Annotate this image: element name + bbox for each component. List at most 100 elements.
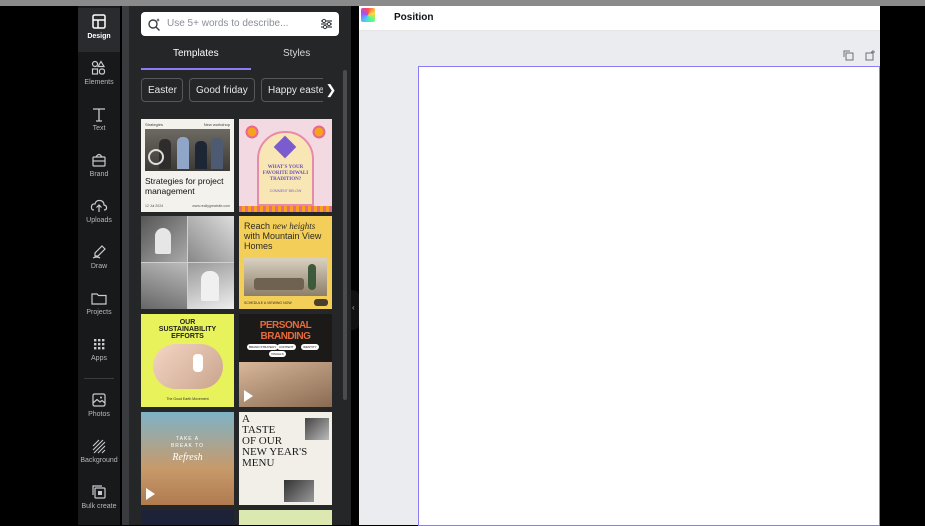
title-part: Reach: [244, 221, 273, 231]
tab-templates[interactable]: Templates: [173, 48, 219, 59]
background-icon: [92, 439, 106, 454]
template-thumb-project-management[interactable]: Strategies New workshop Strategies for p…: [141, 119, 234, 212]
thumb-pill: CONTENT: [277, 344, 296, 350]
rail-label-design: Design: [87, 33, 111, 40]
letterbox-left: [0, 6, 78, 525]
thumb-header-left: Strategies: [145, 122, 164, 127]
thumb-header-right: New workshop: [203, 122, 230, 127]
template-thumb-sustainability[interactable]: OUR SUSTAINABILITY EFFORTS The Good Eart…: [141, 314, 234, 407]
apps-icon: [94, 339, 105, 350]
thumb-pill: BRAND STRATEGY: [247, 344, 279, 350]
rail-label-background: Background: [80, 457, 118, 464]
thumb-footer-left: 12 Jul 2024: [145, 204, 164, 208]
template-thumb-personal-branding[interactable]: PERSONAL BRANDING BRAND STRATEGY CONTENT…: [239, 314, 332, 407]
letterbox-right: [880, 6, 925, 525]
thumb-subtitle: COMMENT BELOW: [269, 189, 302, 193]
thumb-line: BREAK TO: [170, 443, 205, 449]
color-picker-icon[interactable]: [361, 8, 375, 22]
thumb-line: TAKE A: [175, 436, 200, 442]
add-page-icon[interactable]: [865, 50, 876, 61]
thumb-food-photo: [305, 418, 329, 440]
chevron-right-icon[interactable]: ❯: [323, 78, 339, 102]
border-pattern: [239, 206, 332, 212]
template-thumb-collage[interactable]: [141, 216, 234, 309]
rail-scrollbar[interactable]: [122, 6, 129, 525]
mandala-decoration: [242, 122, 262, 142]
filter-icon[interactable]: [320, 18, 333, 30]
rail-item-uploads[interactable]: Uploads: [78, 192, 120, 236]
rail-label-draw: Draw: [90, 263, 108, 270]
uploads-icon: [90, 199, 108, 212]
play-icon: [146, 488, 155, 500]
thumb-title: Strategies for project management: [145, 176, 224, 196]
search-box[interactable]: Use 5+ words to describe...: [141, 12, 339, 36]
template-thumb-partial[interactable]: [141, 510, 234, 525]
thumb-title: A TASTE OF OUR NEW YEAR'S MENU: [242, 414, 312, 469]
thumb-footer-right: www.reallygreatsite.com: [192, 204, 230, 208]
rail-label-bulk-create: Bulk create: [81, 503, 117, 510]
position-button[interactable]: Position: [394, 12, 433, 23]
rail-item-background[interactable]: Background: [78, 432, 120, 476]
rail-item-text[interactable]: Text: [78, 100, 120, 144]
rail-label-apps: Apps: [91, 355, 107, 362]
thumb-pill: IDENTITY: [301, 344, 319, 350]
rail-item-bulk-create[interactable]: Bulk create: [78, 478, 120, 522]
rail-item-elements[interactable]: Elements: [78, 54, 120, 98]
template-thumb-partial[interactable]: [239, 510, 332, 525]
panel-scrollbar[interactable]: [343, 70, 347, 400]
chevron-left-icon: ‹: [352, 303, 355, 312]
thumb-food-photo: [284, 480, 314, 502]
editor-toolbar: Position: [359, 6, 880, 31]
template-thumb-refresh[interactable]: TAKE A BREAK TO Refresh: [141, 412, 234, 505]
rail-item-photos[interactable]: Photos: [78, 386, 120, 430]
search-input[interactable]: Use 5+ words to describe...: [167, 18, 288, 29]
side-rail: Design Elements Text Brand Uploads Draw …: [78, 6, 120, 525]
title-part: with Mountain View Homes: [244, 231, 322, 251]
rail-item-draw[interactable]: Draw: [78, 238, 120, 282]
magic-search-icon: [148, 18, 160, 31]
panel-tabs: Templates Styles: [141, 46, 339, 70]
collapse-panel-handle[interactable]: ‹: [351, 290, 359, 330]
title-script: new heights: [272, 221, 316, 231]
tab-styles[interactable]: Styles: [283, 48, 310, 59]
thumb-living-room-photo: [244, 258, 327, 296]
design-icon: [92, 14, 106, 29]
template-thumb-diwali[interactable]: WHAT'S YOUR FAVORITE DIWALI TRADITION? C…: [239, 119, 332, 212]
thumb-cta: SCHEDULE A VIEWING NOW: [244, 301, 292, 305]
rail-item-design[interactable]: Design: [78, 8, 120, 52]
chip-easter[interactable]: Easter: [141, 78, 183, 102]
app-window: Design Elements Text Brand Uploads Draw …: [0, 0, 925, 526]
templates-panel: Use 5+ words to describe... Templates St…: [129, 6, 351, 525]
active-tab-indicator: [141, 68, 251, 70]
chip-good-friday[interactable]: Good friday: [189, 78, 255, 102]
template-thumb-mountain-view[interactable]: Reach new heights with Mountain View Hom…: [239, 216, 332, 309]
thumb-team-photo: [145, 129, 230, 171]
rail-item-brand[interactable]: Brand: [78, 146, 120, 190]
canvas-workspace: [359, 31, 880, 526]
photos-icon: [92, 393, 106, 407]
design-page[interactable]: [418, 66, 880, 526]
projects-icon: [91, 293, 107, 305]
text-icon: [93, 108, 105, 122]
rail-item-projects[interactable]: Projects: [78, 284, 120, 328]
draw-icon: [92, 245, 106, 259]
thumb-line: YEAR'S: [269, 446, 308, 458]
rail-label-elements: Elements: [84, 79, 114, 86]
rail-label-text: Text: [92, 125, 106, 132]
bulk-create-icon: [92, 485, 106, 499]
play-icon: [244, 390, 253, 402]
rail-label-uploads: Uploads: [86, 217, 112, 224]
duplicate-page-icon[interactable]: [843, 50, 854, 61]
thumb-script: Refresh: [172, 452, 203, 463]
rail-item-apps[interactable]: Apps: [78, 330, 120, 374]
rail-label-projects: Projects: [86, 309, 112, 316]
thumb-pill: VISUALS: [269, 351, 286, 357]
rail-label-photos: Photos: [88, 411, 110, 418]
thumb-title: OUR SUSTAINABILITY EFFORTS: [158, 319, 217, 340]
rail-label-brand: Brand: [89, 171, 109, 178]
arrow-badge: [314, 299, 328, 306]
collage-photo: [188, 216, 234, 262]
brand-icon: [92, 153, 106, 167]
elements-icon: [91, 60, 106, 75]
template-thumb-new-years-menu[interactable]: A TASTE OF OUR NEW YEAR'S MENU: [239, 412, 332, 505]
